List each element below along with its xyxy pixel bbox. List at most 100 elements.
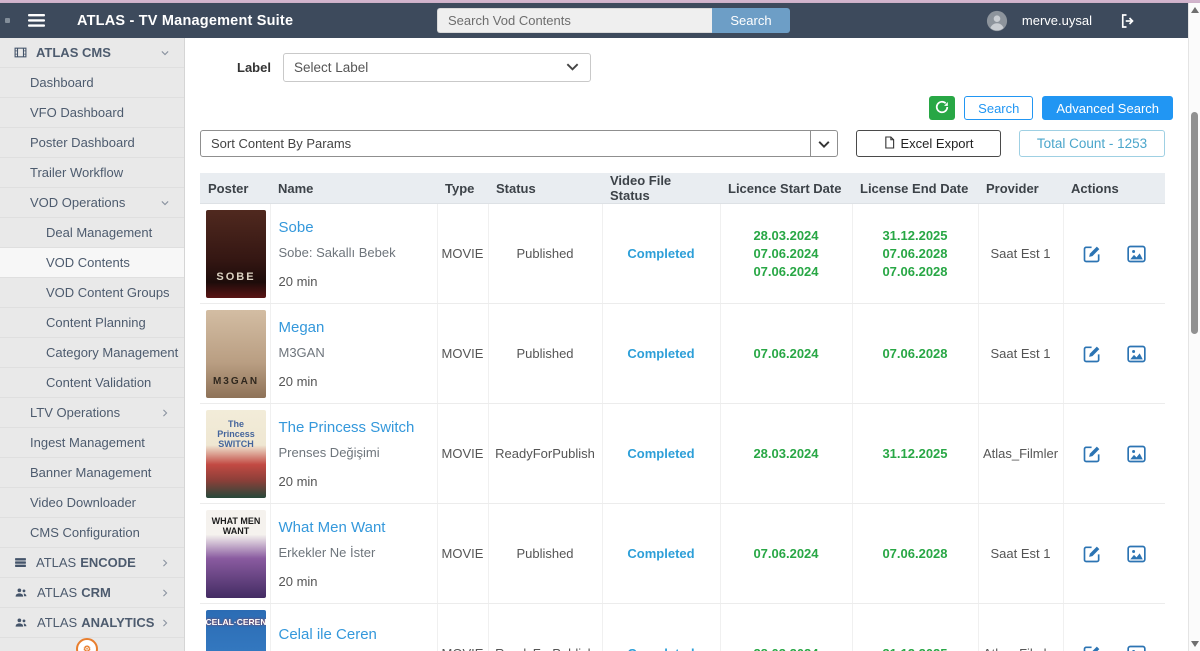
refresh-button[interactable] bbox=[929, 96, 955, 120]
menu-toggle-icon[interactable] bbox=[28, 14, 45, 27]
table-row: CELAL·CEREN Celal ile Ceren Celal and Ce… bbox=[200, 604, 1165, 651]
poster-image-button[interactable] bbox=[1126, 244, 1147, 264]
licence-start-dates: 28.03.2024 bbox=[720, 604, 852, 651]
row-actions bbox=[1063, 404, 1165, 504]
logout-icon[interactable] bbox=[1119, 12, 1137, 30]
username-label[interactable]: merve.uysal bbox=[1022, 13, 1092, 28]
main-content: Label Select Label Search Advanced Searc… bbox=[185, 38, 1200, 651]
users-icon bbox=[14, 616, 28, 629]
license-end-dates: 31.12.2025 bbox=[852, 604, 978, 651]
provider: Atlas_Filmler bbox=[978, 604, 1063, 651]
global-search: Search bbox=[437, 8, 790, 33]
chevron-right-icon bbox=[160, 408, 170, 418]
content-status: Published bbox=[488, 304, 602, 404]
content-status: ReadyForPublish bbox=[488, 404, 602, 504]
label-select-value: Select Label bbox=[294, 60, 368, 75]
sidebar-item-vod-contents[interactable]: VOD Contents bbox=[0, 248, 184, 278]
license-end-dates: 07.06.2028 bbox=[852, 304, 978, 404]
sidebar-item-poster-dashboard[interactable]: Poster Dashboard bbox=[0, 128, 184, 158]
nav-edge-marker bbox=[5, 18, 10, 23]
poster-thumbnail[interactable]: WHAT MEN WANT bbox=[206, 510, 266, 598]
sidebar-item-ingest-management[interactable]: Ingest Management bbox=[0, 428, 184, 458]
video-file-status: Completed bbox=[602, 504, 720, 604]
poster-thumbnail[interactable]: SOBE bbox=[206, 210, 266, 298]
navbar-left: ATLAS - TV Management Suite bbox=[0, 13, 293, 29]
poster-thumbnail[interactable]: M3GAN bbox=[206, 310, 266, 398]
edit-content-button[interactable] bbox=[1082, 344, 1102, 364]
content-type: MOVIE bbox=[437, 604, 488, 651]
refresh-icon bbox=[935, 100, 949, 117]
poster-thumbnail[interactable]: The Princess SWITCH bbox=[206, 410, 266, 498]
poster-thumbnail[interactable]: CELAL·CEREN bbox=[206, 610, 266, 651]
licence-start-dates: 28.03.2024 bbox=[720, 404, 852, 504]
licence-start-dates: 28.03.202407.06.202407.06.2024 bbox=[720, 204, 852, 304]
poster-image-button[interactable] bbox=[1126, 344, 1147, 364]
edit-content-button[interactable] bbox=[1082, 444, 1102, 464]
sidebar-section-atlas-cms[interactable]: ATLAS CMS bbox=[0, 38, 184, 68]
page-scrollbar[interactable] bbox=[1188, 3, 1200, 651]
licence-start-dates: 07.06.2024 bbox=[720, 504, 852, 604]
sidebar-item-trailer-workflow[interactable]: Trailer Workflow bbox=[0, 158, 184, 188]
total-count-badge: Total Count - 1253 bbox=[1019, 130, 1165, 157]
content-subtitle: Erkekler Ne İster bbox=[279, 545, 433, 560]
sidebar-item-video-downloader[interactable]: Video Downloader bbox=[0, 488, 184, 518]
sidebar-item-ltv-operations[interactable]: LTV Operations bbox=[0, 398, 184, 428]
search-input[interactable] bbox=[437, 8, 712, 33]
sidebar-item-deal-management[interactable]: Deal Management bbox=[0, 218, 184, 248]
sidebar-section-atlas-crm[interactable]: ATLASCRM bbox=[0, 578, 184, 608]
label-select[interactable]: Select Label bbox=[283, 53, 591, 82]
content-name-link[interactable]: Megan bbox=[279, 319, 433, 336]
content-type: MOVIE bbox=[437, 304, 488, 404]
content-status: ReadyForPublish bbox=[488, 604, 602, 651]
vod-contents-table: Poster Name Type Status Video File Statu… bbox=[200, 173, 1165, 651]
header-status: Status bbox=[488, 173, 602, 204]
video-file-status: Completed bbox=[602, 304, 720, 404]
scroll-down-arrow[interactable] bbox=[1191, 641, 1199, 647]
chevron-right-icon bbox=[160, 588, 170, 598]
sidebar-section-atlas-encode[interactable]: ATLASENCODE bbox=[0, 548, 184, 578]
top-navbar: ATLAS - TV Management Suite Search merve… bbox=[0, 3, 1200, 38]
advanced-search-button[interactable]: Advanced Search bbox=[1042, 96, 1173, 120]
license-end-dates: 31.12.202507.06.202807.06.2028 bbox=[852, 204, 978, 304]
video-file-status: Completed bbox=[602, 204, 720, 304]
search-button[interactable]: Search bbox=[964, 96, 1033, 120]
header-license-end-date: License End Date bbox=[852, 173, 978, 204]
content-name-link[interactable]: Sobe bbox=[279, 219, 433, 236]
user-avatar[interactable] bbox=[986, 10, 1008, 32]
scroll-up-arrow[interactable] bbox=[1191, 7, 1199, 13]
content-status: Published bbox=[488, 204, 602, 304]
header-provider: Provider bbox=[978, 173, 1063, 204]
row-actions bbox=[1063, 504, 1165, 604]
sidebar-item-vod-content-groups[interactable]: VOD Content Groups bbox=[0, 278, 184, 308]
sidebar-item-dashboard[interactable]: Dashboard bbox=[0, 68, 184, 98]
content-type: MOVIE bbox=[437, 404, 488, 504]
sidebar-item-vod-operations[interactable]: VOD Operations bbox=[0, 188, 184, 218]
scrollbar-thumb[interactable] bbox=[1191, 112, 1198, 334]
excel-export-button[interactable]: Excel Export bbox=[856, 130, 1001, 157]
sidebar-item-content-validation[interactable]: Content Validation bbox=[0, 368, 184, 398]
content-name-link[interactable]: Celal ile Ceren bbox=[279, 626, 433, 643]
sidebar-item-banner-management[interactable]: Banner Management bbox=[0, 458, 184, 488]
chevron-down-icon bbox=[160, 198, 170, 208]
content-name-link[interactable]: What Men Want bbox=[279, 519, 433, 536]
sidebar-section-atlas-analytics[interactable]: ATLASANALYTICS bbox=[0, 608, 184, 638]
sidebar-item-content-planning[interactable]: Content Planning bbox=[0, 308, 184, 338]
video-file-status: Completed bbox=[602, 604, 720, 651]
poster-image-button[interactable] bbox=[1126, 544, 1147, 564]
sidebar: ATLAS CMS Dashboard VFO Dashboard Poster… bbox=[0, 38, 185, 651]
sidebar-item-cms-configuration[interactable]: CMS Configuration bbox=[0, 518, 184, 548]
sidebar-item-category-management[interactable]: Category Management bbox=[0, 338, 184, 368]
row-actions bbox=[1063, 204, 1165, 304]
poster-image-button[interactable] bbox=[1126, 644, 1147, 651]
sort-select[interactable]: Sort Content By Params bbox=[200, 130, 838, 157]
navbar-search-button[interactable]: Search bbox=[712, 8, 790, 33]
content-name-link[interactable]: The Princess Switch bbox=[279, 419, 433, 436]
edit-content-button[interactable] bbox=[1082, 544, 1102, 564]
sidebar-item-vfo-dashboard[interactable]: VFO Dashboard bbox=[0, 98, 184, 128]
provider: Saat Est 1 bbox=[978, 204, 1063, 304]
edit-content-button[interactable] bbox=[1082, 244, 1102, 264]
content-duration: 20 min bbox=[279, 574, 433, 589]
content-status: Published bbox=[488, 504, 602, 604]
poster-image-button[interactable] bbox=[1126, 444, 1147, 464]
edit-content-button[interactable] bbox=[1082, 644, 1102, 651]
